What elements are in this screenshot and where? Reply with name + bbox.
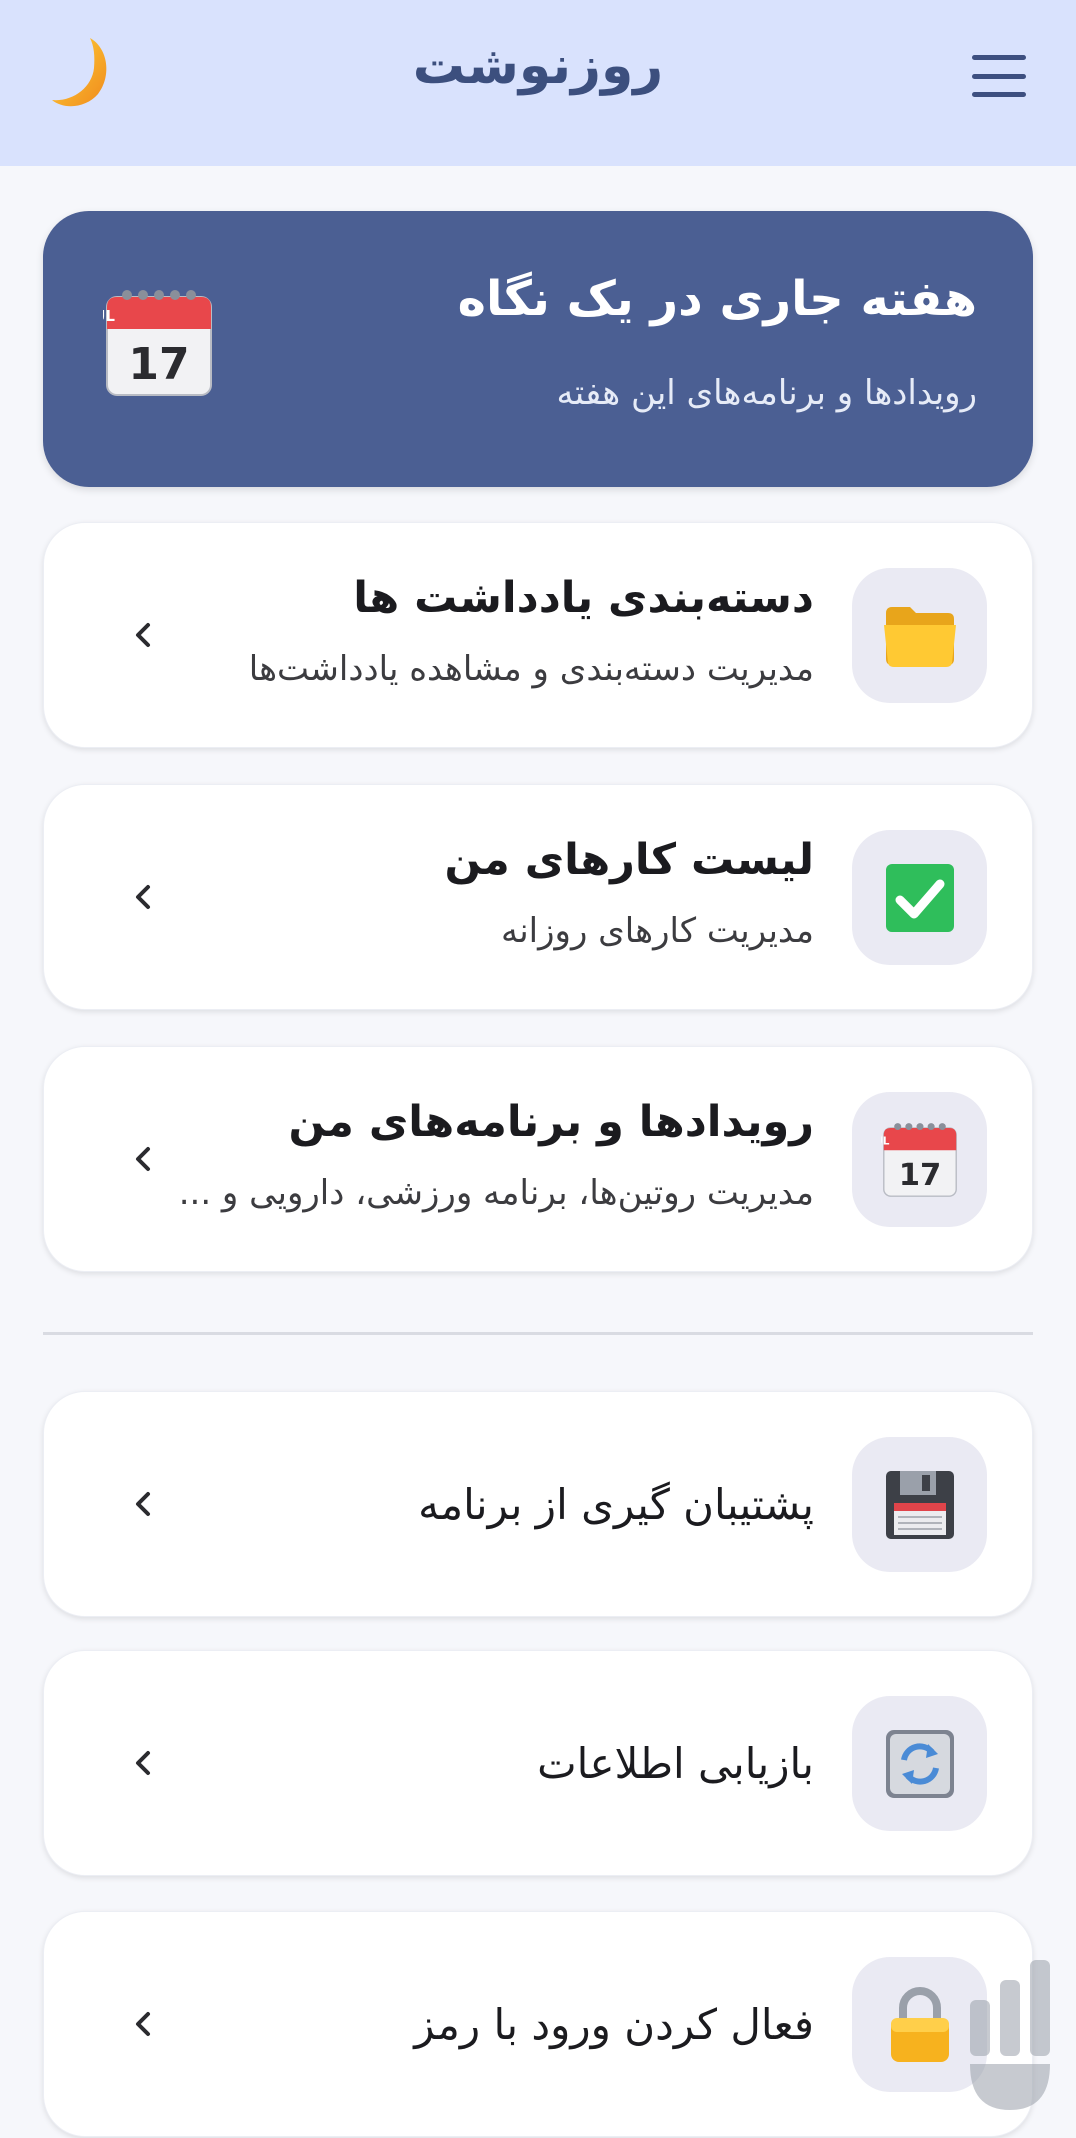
checkmark-icon [852, 830, 987, 965]
todo-list-card[interactable]: لیست کارهای من مدیریت کارهای روزانه [43, 784, 1033, 1010]
folder-icon [852, 568, 987, 703]
card-title: دسته‌بندی یادداشت ها [353, 573, 814, 623]
chevron-left-icon [136, 885, 150, 909]
svg-text:JUL: JUL [881, 1135, 890, 1147]
svg-text:17: 17 [898, 1158, 941, 1193]
chevron-left-icon [136, 2012, 150, 2036]
card-subtitle: مدیریت کارهای روزانه [500, 911, 814, 951]
svg-text:JUL: JUL [103, 307, 115, 325]
chevron-left-icon [136, 1147, 150, 1171]
password-lock-card[interactable]: فعال کردن ورود با رمز [43, 1911, 1033, 2137]
current-week-card[interactable]: هفته جاری در یک نگاه رویدادها و برنامه‌ه… [43, 211, 1033, 487]
card-title: لیست کارهای من [444, 835, 814, 885]
calendar-icon: JUL 17 [852, 1092, 987, 1227]
refresh-icon [852, 1696, 987, 1831]
section-divider [43, 1332, 1033, 1335]
events-card[interactable]: JUL 17 رویدادها و برنامه‌های من مدیریت ر… [43, 1046, 1033, 1272]
note-categories-card[interactable]: دسته‌بندی یادداشت ها مدیریت دسته‌بندی و … [43, 522, 1033, 748]
card-title: رویدادها و برنامه‌های من [288, 1097, 814, 1147]
svg-text:17: 17 [128, 339, 189, 390]
card-title: بازیابی اطلاعات [537, 1739, 814, 1788]
chevron-left-icon [136, 1492, 150, 1516]
card-subtitle: مدیریت روتین‌ها، برنامه ورزشی، دارویی و … [178, 1173, 814, 1213]
lock-icon [852, 1957, 987, 2092]
floppy-disk-icon [852, 1437, 987, 1572]
app-header: روزنوشت [0, 0, 1076, 166]
moon-icon[interactable] [46, 34, 116, 112]
chevron-left-icon [136, 1751, 150, 1775]
hero-subtitle: رویدادها و برنامه‌های این هفته [556, 373, 977, 413]
app-title: روزنوشت [412, 36, 664, 96]
card-title: پشتیبان گیری از برنامه [418, 1480, 814, 1529]
restore-card[interactable]: بازیابی اطلاعات [43, 1650, 1033, 1876]
backup-card[interactable]: پشتیبان گیری از برنامه [43, 1391, 1033, 1617]
hero-title: هفته جاری در یک نگاه [457, 271, 977, 327]
store-logo-watermark [970, 1960, 1050, 2110]
calendar-icon: JUL 17 [87, 287, 215, 399]
card-title: فعال کردن ورود با رمز [414, 2000, 814, 2049]
chevron-left-icon [136, 623, 150, 647]
card-subtitle: مدیریت دسته‌بندی و مشاهده یادداشت‌ها [248, 649, 814, 689]
